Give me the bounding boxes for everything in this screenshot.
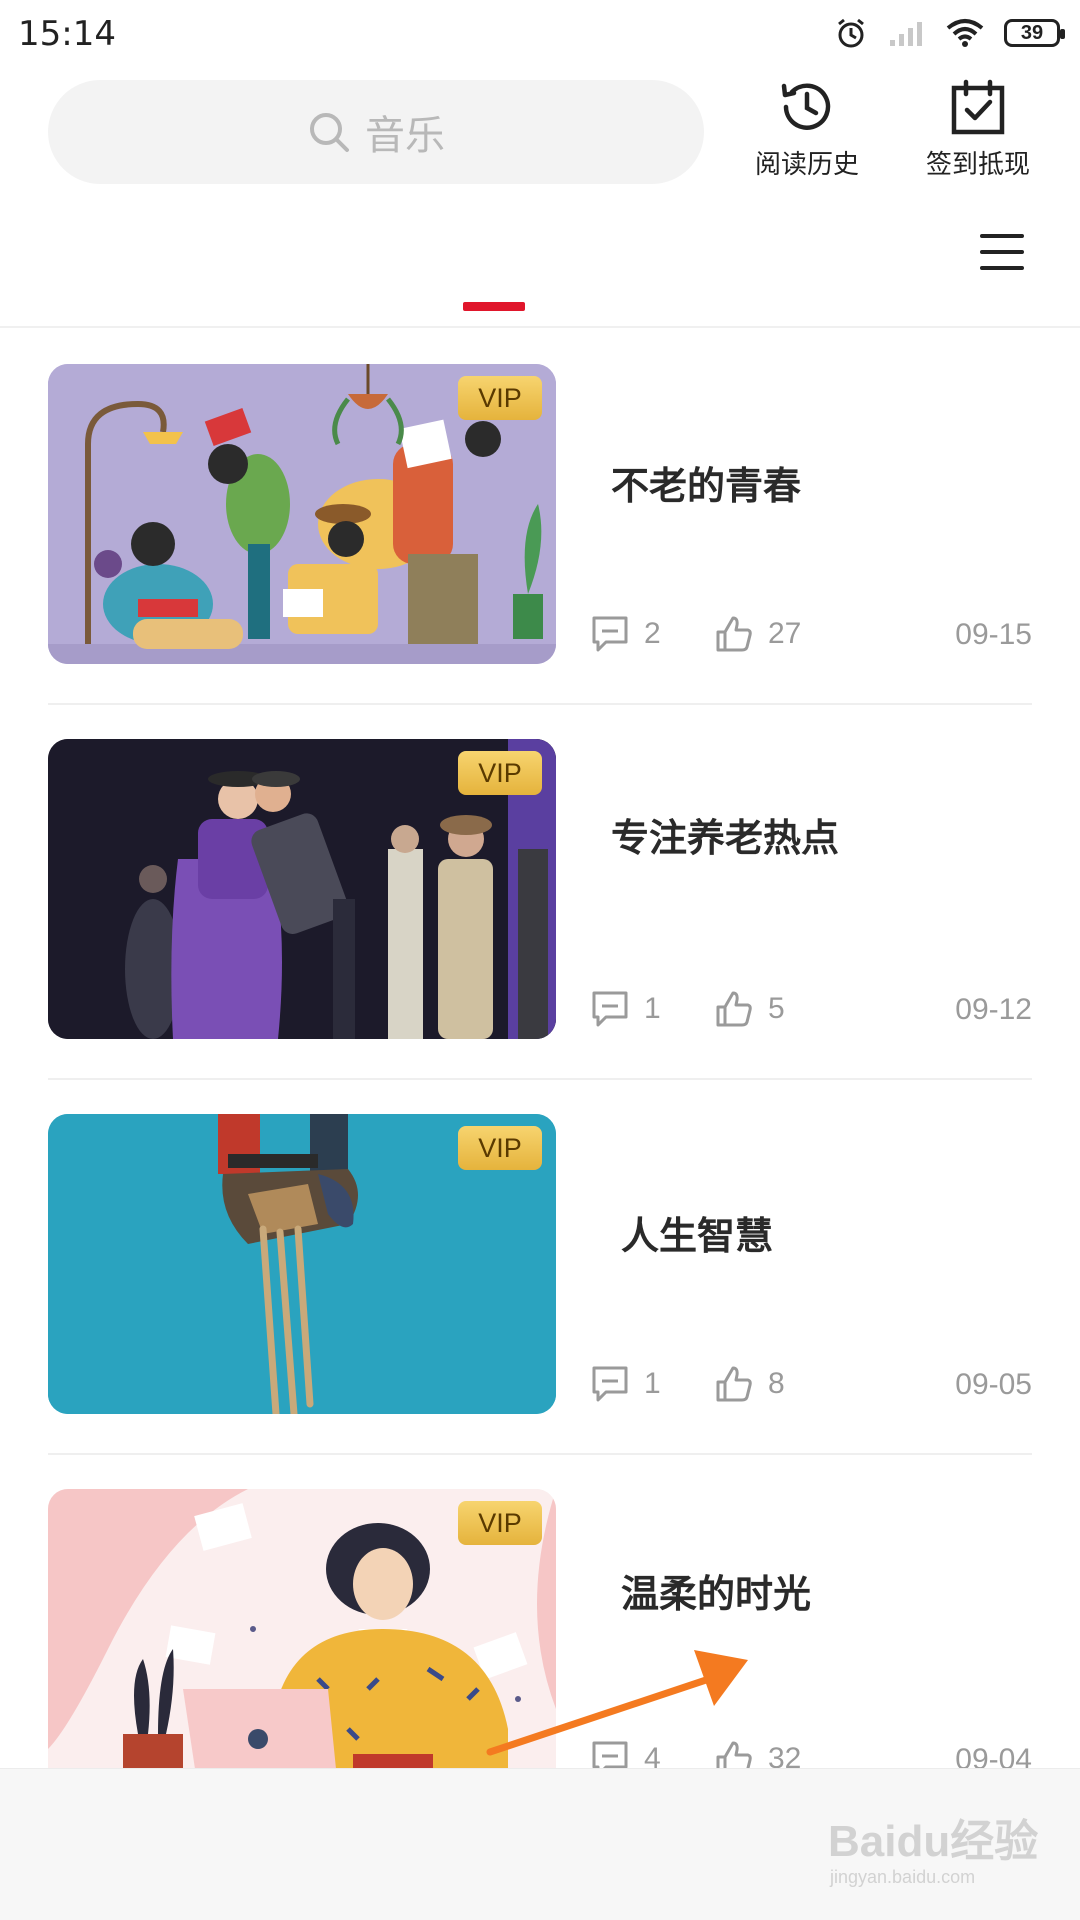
like-count[interactable]: 5: [714, 989, 785, 1029]
header: 音乐 阅读历史 签到抵现: [0, 72, 1080, 192]
article-thumbnail[interactable]: VIP: [48, 1489, 556, 1789]
article-date: 09-12: [955, 993, 1032, 1026]
checkin-cashback-button[interactable]: 签到抵现: [913, 78, 1043, 181]
baidu-jingyan-watermark: Baidu经验 jingyan.baidu.com: [828, 1805, 1048, 1905]
battery-level: 39: [1020, 21, 1044, 44]
status-bar: 15:14 39: [0, 0, 1080, 72]
article-title[interactable]: 专注养老热点: [611, 807, 839, 862]
signal-icon: [890, 22, 922, 46]
reading-history-label: 阅读历史: [754, 150, 859, 180]
watermark-logo-text: Baidu经验: [828, 1817, 1039, 1866]
search-input[interactable]: 音乐: [48, 80, 704, 184]
article-thumbnail[interactable]: VIP: [48, 1114, 556, 1414]
article-meta: 2 27 09-15: [590, 614, 1032, 658]
article-date: 09-15: [955, 618, 1032, 651]
active-tab-indicator: [463, 302, 525, 311]
article-date: 09-05: [955, 1368, 1032, 1401]
checkin-cashback-label: 签到抵现: [925, 150, 1030, 180]
comment-icon: [592, 991, 628, 1027]
search-icon: [310, 113, 349, 152]
wifi-icon: [946, 19, 984, 47]
watermark-url: jingyan.baidu.com: [830, 1867, 976, 1887]
like-count-value: 5: [768, 992, 785, 1025]
like-count-value: 27: [768, 617, 802, 650]
thumbs-up-icon: [716, 1366, 752, 1402]
vip-badge: VIP: [458, 751, 542, 795]
like-count[interactable]: 27: [714, 614, 801, 654]
article-thumbnail[interactable]: VIP: [48, 739, 556, 1039]
article-thumbnail[interactable]: VIP: [48, 364, 556, 664]
list-item[interactable]: VIP 不老的青春 2 27 09-15: [48, 330, 1032, 705]
article-title[interactable]: 温柔的时光: [621, 1563, 811, 1618]
search-placeholder: 音乐: [365, 113, 445, 159]
article-meta: 1 8 09-05: [590, 1364, 1032, 1408]
status-time: 15:14: [18, 14, 116, 54]
comment-count-value: 1: [644, 992, 661, 1025]
comment-icon: [592, 1366, 628, 1402]
category-tab-bar[interactable]: [0, 192, 1080, 328]
status-icons: 39: [834, 16, 1065, 50]
vip-badge: VIP: [458, 376, 542, 420]
list-item[interactable]: VIP 人生智慧 1 8 09-05: [48, 1080, 1032, 1455]
article-title[interactable]: 不老的青春: [611, 455, 801, 510]
reading-history-button[interactable]: 阅读历史: [742, 78, 872, 181]
like-count[interactable]: 8: [714, 1364, 785, 1404]
vip-badge: VIP: [458, 1126, 542, 1170]
vip-badge: VIP: [458, 1501, 542, 1545]
history-clock-icon: [781, 83, 831, 130]
list-item[interactable]: VIP 专注养老热点 1 5 09-12: [48, 705, 1032, 1080]
comment-icon: [592, 616, 628, 652]
article-meta: 1 5 09-12: [590, 989, 1032, 1033]
calendar-check-icon: [951, 79, 1005, 135]
thumbs-up-icon: [716, 991, 752, 1027]
comment-count-value: 2: [644, 617, 661, 650]
thumbs-up-icon: [716, 616, 752, 652]
article-title[interactable]: 人生智慧: [621, 1205, 773, 1260]
battery-icon: 39: [1004, 19, 1065, 47]
menu-icon[interactable]: [978, 228, 1026, 276]
comment-count[interactable]: 2: [590, 614, 661, 654]
like-count-value: 8: [768, 1367, 785, 1400]
comment-count-value: 1: [644, 1367, 661, 1400]
alarm-icon: [838, 18, 864, 48]
comment-count[interactable]: 1: [590, 1364, 661, 1404]
comment-count[interactable]: 1: [590, 989, 661, 1029]
